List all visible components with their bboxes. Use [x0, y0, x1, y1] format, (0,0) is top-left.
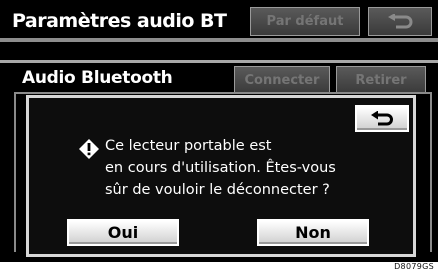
connect-button-label: Connecter: [244, 72, 320, 88]
warning-diamond-icon: [79, 139, 99, 163]
dialog-message: Ce lecteur portable est en cours d'utili…: [105, 138, 336, 198]
no-button[interactable]: Non: [257, 219, 369, 246]
return-arrow-icon: [369, 110, 395, 127]
list-frame-top: [14, 92, 432, 94]
page-title: Paramètres audio BT: [12, 10, 227, 32]
disconnect-confirm-dialog: Ce lecteur portable est en cours d'utili…: [26, 95, 416, 257]
figure-code: D8079GS: [394, 262, 434, 271]
header-separator: [0, 38, 438, 42]
no-button-label: Non: [295, 223, 331, 242]
screen: Paramètres audio BT Par défaut Audio Blu…: [0, 0, 438, 262]
yes-button-label: Oui: [107, 223, 139, 242]
section-separator: [0, 60, 438, 63]
return-arrow-icon: [386, 13, 414, 30]
section-label-bluetooth-audio: Audio Bluetooth: [22, 68, 173, 88]
default-button-label: Par défaut: [266, 14, 344, 29]
yes-button[interactable]: Oui: [67, 219, 179, 246]
default-button[interactable]: Par défaut: [250, 7, 360, 36]
remove-button[interactable]: Retirer: [336, 66, 426, 94]
dialog-back-button[interactable]: [355, 105, 409, 132]
list-frame-left: [14, 92, 16, 252]
remove-button-label: Retirer: [355, 72, 407, 88]
list-frame-right: [430, 92, 432, 252]
connect-button[interactable]: Connecter: [234, 66, 330, 94]
header-back-button[interactable]: [368, 7, 432, 36]
